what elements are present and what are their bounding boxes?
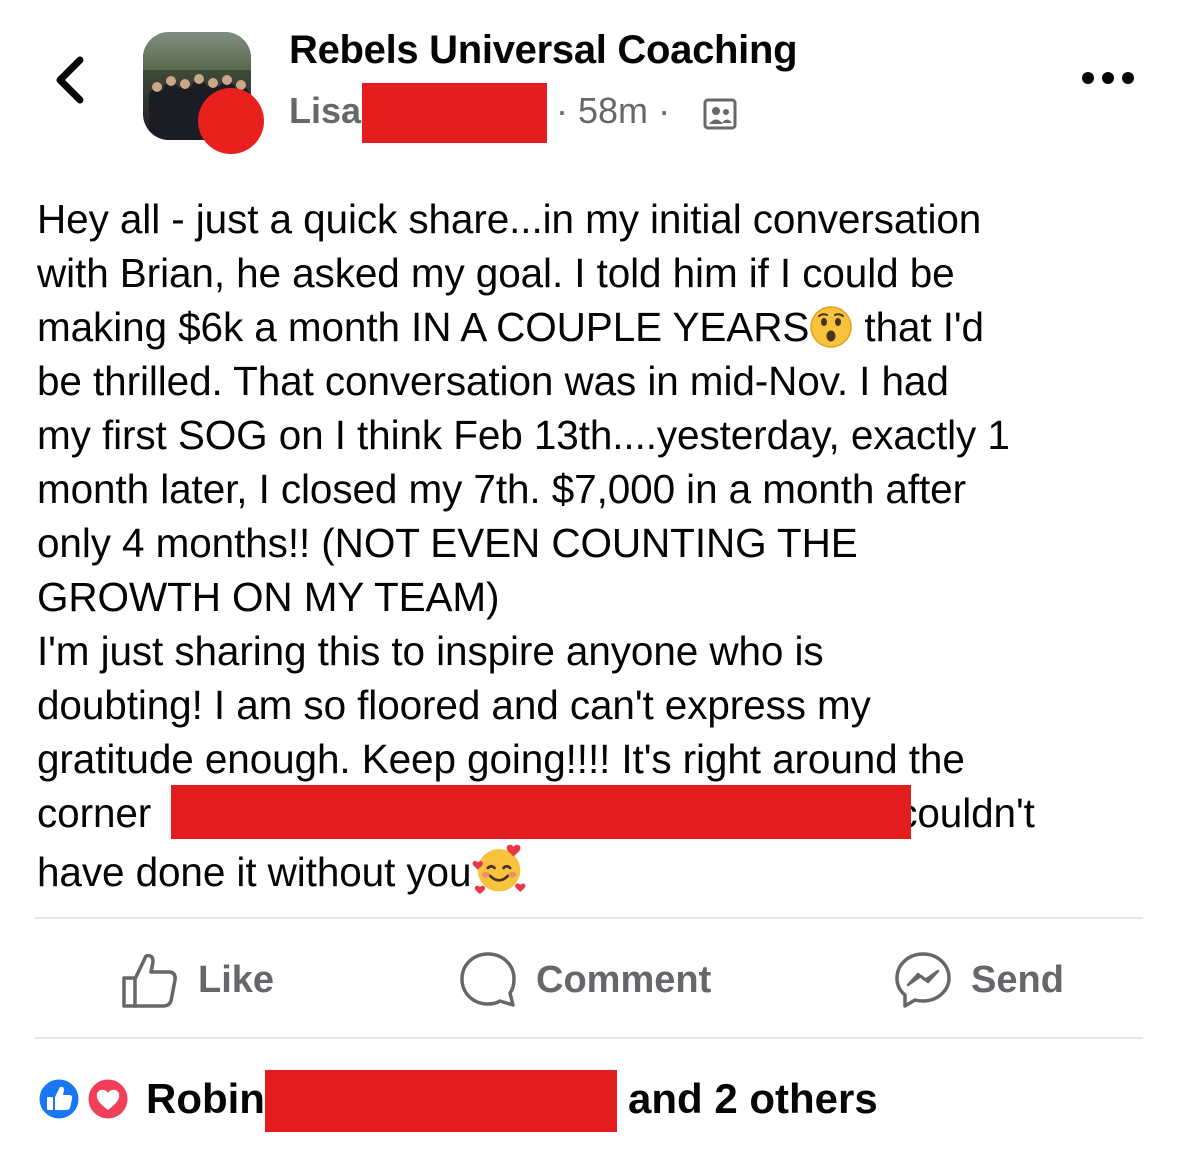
- like-reaction-icon: [36, 1076, 82, 1122]
- post-line: be thrilled. That conversation was in mi…: [37, 358, 949, 404]
- more-options-button[interactable]: [1080, 64, 1136, 92]
- like-button[interactable]: Like: [120, 950, 274, 1010]
- send-button[interactable]: Send: [893, 950, 1064, 1010]
- thumbs-up-icon: [122, 953, 177, 1008]
- post-line: GROWTH ON MY TEAM): [37, 574, 500, 620]
- reaction-others[interactable]: and 2 others: [628, 1075, 878, 1123]
- author-name-redaction: [362, 83, 547, 143]
- post-line: have done it without you: [37, 849, 472, 895]
- divider: [35, 917, 1143, 919]
- post-line: I'm just sharing this to inspire anyone …: [37, 628, 824, 674]
- meta-separator: ·: [556, 90, 568, 131]
- messenger-icon: [895, 952, 951, 1008]
- divider: [35, 1037, 1143, 1039]
- post-line: making $6k a month IN A COUPLE YEARS: [37, 304, 810, 350]
- comment-label: Comment: [536, 958, 712, 1001]
- post-line: month later, I closed my 7th. $7,000 in …: [37, 466, 966, 512]
- post-line: gratitude enough. Keep going!!!! It's ri…: [37, 736, 965, 782]
- post-line: only 4 months!! (NOT EVEN COUNTING THE: [37, 520, 858, 566]
- group-name[interactable]: Rebels Universal Coaching: [289, 28, 798, 73]
- reactor-name[interactable]: Robin: [146, 1075, 265, 1123]
- back-button[interactable]: [50, 50, 90, 110]
- smiling-face-with-hearts-emoji-icon: [473, 844, 526, 895]
- comment-bubble-icon: [460, 952, 516, 1007]
- post-line: my first SOG on I think Feb 13th....yest…: [37, 412, 1010, 458]
- love-reaction-icon: [85, 1076, 131, 1122]
- meta-separator: ·: [658, 90, 671, 131]
- astonished-face-emoji-icon: [810, 306, 853, 348]
- post-line: doubting! I am so floored and can't expr…: [37, 682, 871, 728]
- chevron-left-icon: [56, 56, 84, 104]
- post-line: with Brian, he asked my goal. I told him…: [37, 250, 955, 296]
- comment-button[interactable]: Comment: [458, 950, 711, 1010]
- time-label: 58m: [578, 90, 649, 131]
- author-avatar-redacted: [198, 88, 264, 154]
- post-line: corner: [37, 790, 152, 836]
- reactor-name-redaction: [265, 1070, 617, 1132]
- post-line: couldn't: [897, 790, 1035, 836]
- group-members-icon: [703, 98, 737, 130]
- body-text-redaction: [171, 785, 911, 839]
- post-line: Hey all - just a quick share...in my ini…: [37, 196, 982, 242]
- send-label: Send: [971, 958, 1064, 1001]
- like-label: Like: [198, 958, 275, 1001]
- post-time[interactable]: · 58m ·: [556, 90, 670, 132]
- author-name[interactable]: Lisa: [289, 90, 361, 131]
- group-avatar[interactable]: [143, 32, 264, 154]
- reaction-icons[interactable]: [34, 1075, 134, 1125]
- post-line: that I'd: [853, 304, 984, 350]
- post-meta: Lisa: [289, 90, 361, 132]
